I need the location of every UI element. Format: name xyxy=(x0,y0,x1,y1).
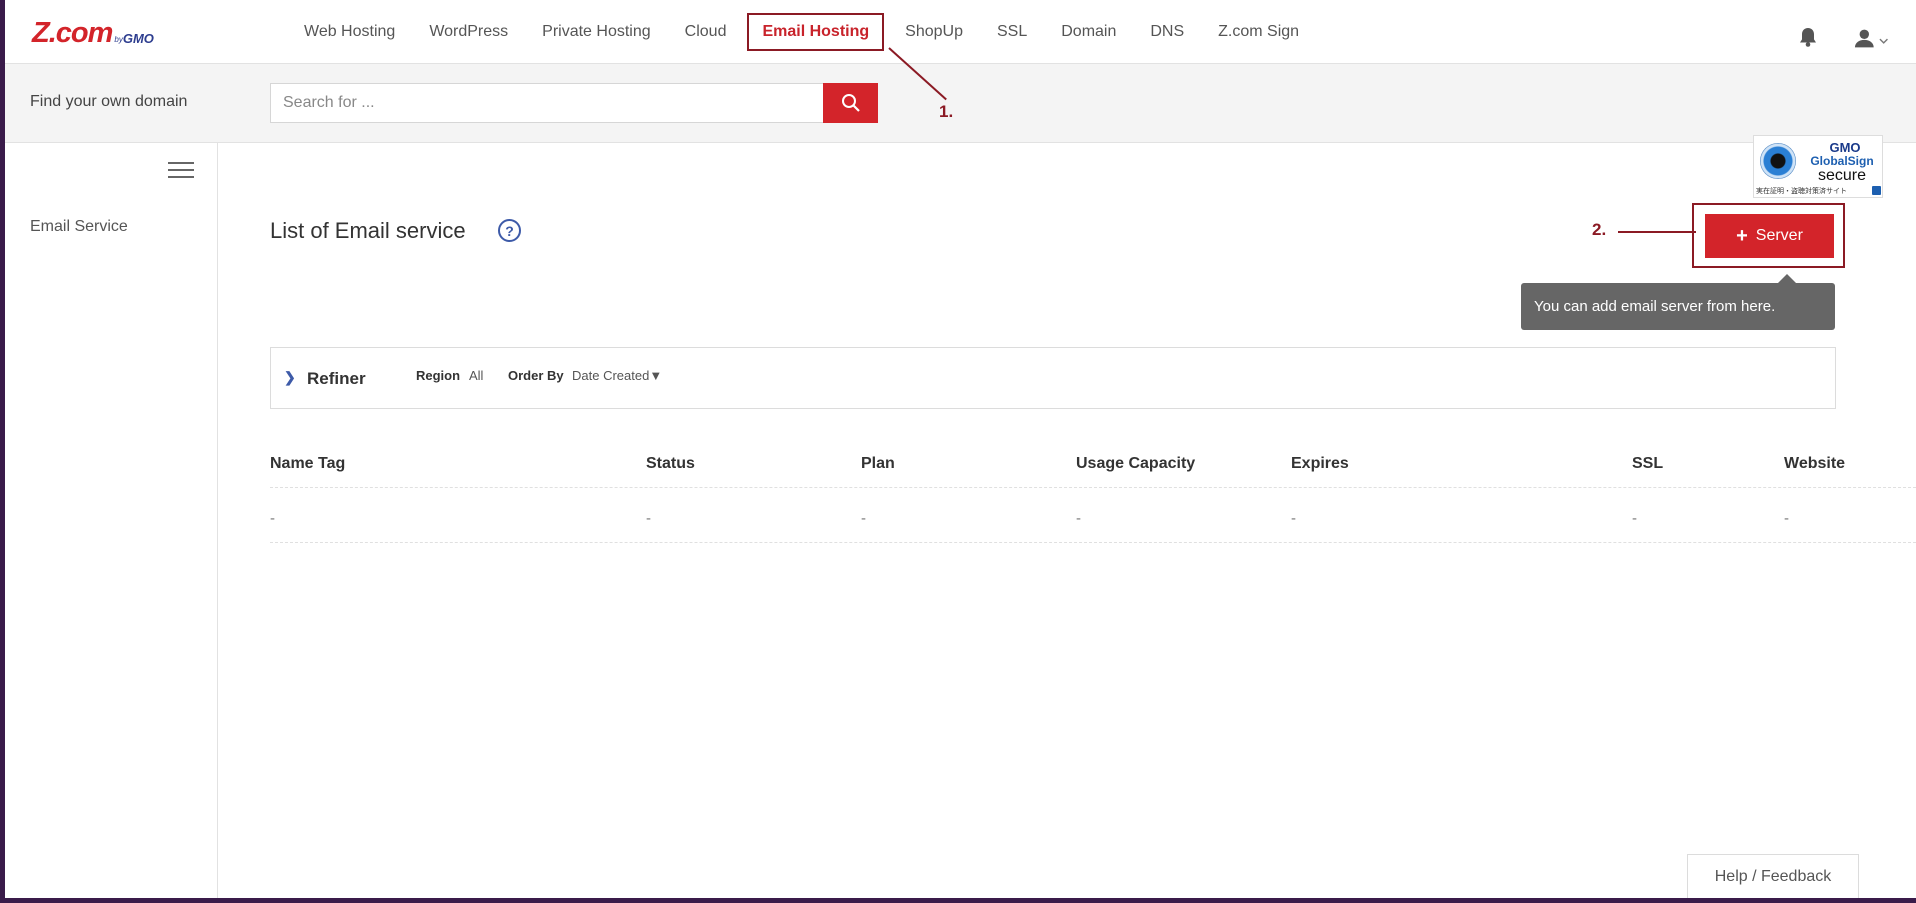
chevron-down-icon xyxy=(1879,38,1888,44)
add-server-tooltip: You can add email server from here. xyxy=(1521,274,1835,330)
nav-dns[interactable]: DNS xyxy=(1133,13,1201,51)
column-ssl[interactable]: SSL xyxy=(1632,455,1663,473)
user-menu[interactable] xyxy=(1854,26,1888,50)
badge-globalsign-text: GlobalSign xyxy=(1810,154,1874,168)
cell-status: - xyxy=(646,510,651,527)
column-name-tag[interactable]: Name Tag xyxy=(270,455,345,473)
order-by-select[interactable]: Date Created▼ xyxy=(572,368,662,383)
help-icon[interactable]: ? xyxy=(498,219,521,242)
cell-website: - xyxy=(1784,510,1789,527)
plus-icon: + xyxy=(1736,225,1748,247)
page-title: List of Email service xyxy=(270,218,466,243)
main-menu: Web Hosting WordPress Private Hosting Cl… xyxy=(287,0,1316,64)
order-by-label: Order By xyxy=(508,368,564,383)
search-icon xyxy=(841,94,860,112)
globalsign-secure-badge[interactable]: GMO GlobalSign secure 実在証明・盗聴対策済サイト xyxy=(1753,135,1883,198)
find-domain-label: Find your own domain xyxy=(30,93,188,110)
nav-domain[interactable]: Domain xyxy=(1044,13,1133,51)
badge-gmo-text: GMO xyxy=(1829,140,1861,155)
nav-zcom-sign[interactable]: Z.com Sign xyxy=(1201,13,1316,51)
cell-ssl: - xyxy=(1632,510,1637,527)
annotation-step-1: 1. xyxy=(939,102,954,121)
add-server-button[interactable]: + Server xyxy=(1705,214,1834,258)
nav-private-hosting[interactable]: Private Hosting xyxy=(525,13,668,51)
annotation-connector-2 xyxy=(1618,231,1696,233)
column-usage-capacity[interactable]: Usage Capacity xyxy=(1076,455,1195,473)
nav-shopup[interactable]: ShopUp xyxy=(888,13,980,51)
column-expires[interactable]: Expires xyxy=(1291,455,1349,473)
bell-icon[interactable] xyxy=(1797,26,1819,48)
logo-gmo-text: GMO xyxy=(122,31,154,46)
nav-cloud[interactable]: Cloud xyxy=(668,13,744,51)
globalsign-eye-icon xyxy=(1760,143,1796,179)
sidebar: Email Service xyxy=(5,143,218,898)
app-frame: Z.com by GMO Web Hosting WordPress Priva… xyxy=(5,0,1916,898)
hamburger-menu-icon[interactable] xyxy=(168,162,194,180)
help-feedback-button[interactable]: Help / Feedback xyxy=(1687,854,1859,898)
badge-caption: 実在証明・盗聴対策済サイト xyxy=(1756,188,1847,195)
logo-text: Z.com xyxy=(32,17,113,49)
refiner-panel: ❯ Refiner Region All Order By Date Creat… xyxy=(270,347,1836,409)
column-status[interactable]: Status xyxy=(646,455,695,473)
nav-email-hosting[interactable]: Email Hosting xyxy=(747,13,885,51)
lock-icon xyxy=(1872,186,1881,195)
region-filter-value[interactable]: All xyxy=(469,368,483,383)
top-navigation: Z.com by GMO Web Hosting WordPress Priva… xyxy=(5,0,1916,64)
column-plan[interactable]: Plan xyxy=(861,455,895,473)
cell-usage-capacity: - xyxy=(1076,510,1081,527)
refiner-toggle[interactable]: Refiner xyxy=(307,369,366,389)
nav-ssl[interactable]: SSL xyxy=(980,13,1044,51)
email-service-table-header: Name Tag Status Plan Usage Capacity Expi… xyxy=(270,453,1916,488)
cell-expires: - xyxy=(1291,510,1296,527)
domain-search-input[interactable] xyxy=(270,83,823,123)
table-row: - - - - - - - xyxy=(270,488,1916,543)
logo-by-text: by xyxy=(114,35,123,44)
nav-wordpress[interactable]: WordPress xyxy=(412,13,525,51)
badge-secure-text: secure xyxy=(1817,167,1867,184)
user-icon xyxy=(1854,29,1874,48)
sidebar-item-email-service[interactable]: Email Service xyxy=(30,218,128,236)
cell-name-tag: - xyxy=(270,510,275,527)
annotation-step-2: 2. xyxy=(1592,220,1607,239)
zcom-logo[interactable]: Z.com by GMO xyxy=(32,17,154,49)
search-button[interactable] xyxy=(823,83,878,123)
column-website[interactable]: Website xyxy=(1784,455,1845,473)
cell-plan: - xyxy=(861,510,866,527)
chevron-right-icon[interactable]: ❯ xyxy=(284,369,296,386)
add-server-label: Server xyxy=(1755,227,1803,244)
region-label: Region xyxy=(416,368,461,383)
nav-web-hosting[interactable]: Web Hosting xyxy=(287,13,412,51)
domain-search-bar: Find your own domain GMO GlobalSign secu… xyxy=(5,64,1916,198)
